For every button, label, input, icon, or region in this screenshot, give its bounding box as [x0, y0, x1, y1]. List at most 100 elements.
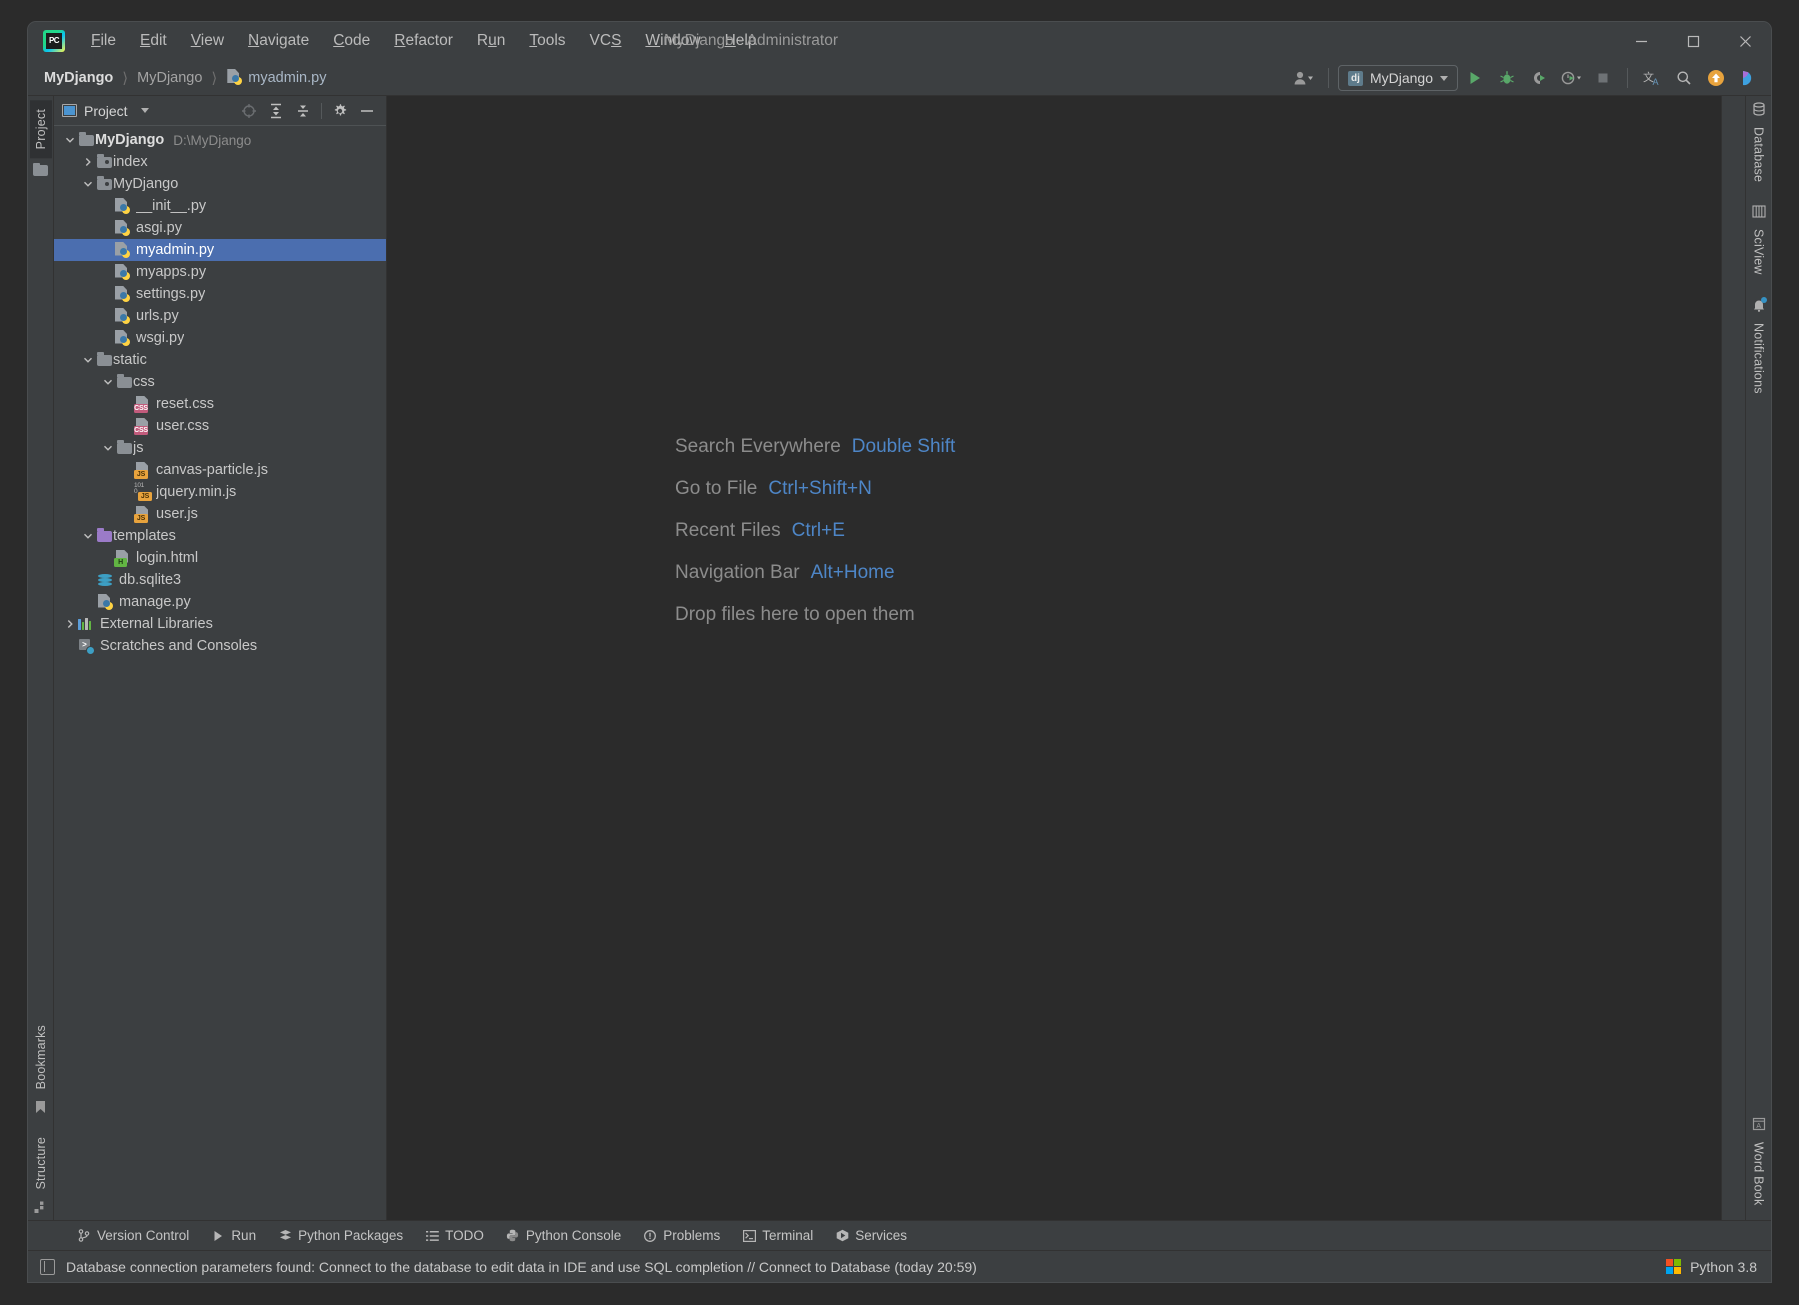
bell-icon: [1752, 296, 1767, 312]
tree-node-jquery-min-js[interactable]: 101 0 JS jquery.min.js: [54, 481, 386, 503]
breadcrumb-item-file[interactable]: myadmin.py: [222, 67, 330, 88]
bottom-tab-python-packages[interactable]: Python Packages: [267, 1224, 414, 1247]
tree-node-user-css[interactable]: CSS user.css: [54, 415, 386, 437]
chevron-down-icon[interactable]: [80, 352, 96, 368]
tree-node-myapps-py[interactable]: myapps.py: [54, 261, 386, 283]
tool-tab-label: Database: [1751, 127, 1766, 183]
collapse-all-icon[interactable]: [290, 99, 316, 123]
js-file-icon: JS: [134, 505, 151, 523]
tree-node-login-html[interactable]: H login.html: [54, 547, 386, 569]
menu-view[interactable]: View: [179, 29, 236, 53]
python-file-icon: [114, 241, 131, 259]
run-configuration-selector[interactable]: dj MyDjango: [1337, 65, 1458, 91]
chevron-right-icon[interactable]: [62, 616, 78, 632]
tree-node-myadmin-py[interactable]: myadmin.py: [54, 239, 386, 261]
status-message[interactable]: Database connection parameters found: Co…: [66, 1259, 977, 1275]
hint-label: Navigation Bar: [675, 562, 800, 583]
tool-tab-word-book[interactable]: Word Book: [1748, 1133, 1770, 1214]
update-icon[interactable]: [1701, 64, 1731, 92]
menu-refactor[interactable]: Refactor: [382, 29, 465, 53]
debug-button[interactable]: [1492, 64, 1522, 92]
hint-shortcut: Ctrl+Shift+N: [768, 478, 872, 499]
bottom-tab-problems[interactable]: Problems: [632, 1224, 731, 1247]
tree-node-canvas-particle-js[interactable]: JS canvas-particle.js: [54, 459, 386, 481]
chevron-down-icon[interactable]: [100, 374, 116, 390]
bottom-tab-terminal[interactable]: Terminal: [731, 1224, 824, 1247]
tool-tab-structure[interactable]: Structure: [30, 1128, 52, 1199]
menu-edit[interactable]: Edit: [128, 29, 179, 53]
run-with-coverage-button[interactable]: [1524, 64, 1554, 92]
chevron-right-icon[interactable]: [80, 154, 96, 170]
python-file-icon: [114, 329, 131, 347]
tree-node-label: wsgi.py: [136, 330, 185, 346]
html-file-icon: H: [114, 549, 131, 567]
menu-vcs[interactable]: VCS: [578, 29, 634, 53]
bottom-tab-version-control[interactable]: Version Control: [66, 1224, 200, 1247]
tree-node-asgi-py[interactable]: asgi.py: [54, 217, 386, 239]
breadcrumb-item-package[interactable]: MyDjango: [133, 68, 206, 88]
user-account-icon[interactable]: [1289, 64, 1319, 92]
tool-tab-database[interactable]: Database: [1748, 118, 1770, 191]
tool-tab-sciview[interactable]: SciView: [1748, 220, 1770, 284]
search-icon[interactable]: [1669, 64, 1699, 92]
menu-run[interactable]: Run: [465, 29, 517, 53]
tree-node-reset-css[interactable]: CSS reset.css: [54, 393, 386, 415]
gear-icon[interactable]: [327, 99, 353, 123]
chevron-down-icon[interactable]: [80, 528, 96, 544]
tree-node-user-js[interactable]: JS user.js: [54, 503, 386, 525]
tool-tab-bookmarks[interactable]: Bookmarks: [30, 1016, 52, 1098]
tree-node-static[interactable]: static: [54, 349, 386, 371]
project-tree[interactable]: MyDjango D:\MyDjango index MyDjango __in…: [54, 126, 386, 1220]
hide-panel-icon[interactable]: [354, 99, 380, 123]
tree-node-label: Scratches and Consoles: [100, 638, 258, 654]
tree-node-templates[interactable]: templates: [54, 525, 386, 547]
chevron-down-icon[interactable]: [62, 132, 78, 148]
stop-button[interactable]: [1588, 64, 1618, 92]
tree-node-label: reset.css: [156, 396, 215, 412]
tree-node-urls-py[interactable]: urls.py: [54, 305, 386, 327]
maximize-button[interactable]: [1667, 22, 1719, 60]
interpreter-label[interactable]: Python 3.8: [1690, 1259, 1757, 1275]
tool-tab-project[interactable]: Project: [29, 100, 52, 159]
project-panel-title[interactable]: Project: [62, 103, 149, 119]
select-opened-file-icon[interactable]: [236, 99, 262, 123]
menu-tools[interactable]: Tools: [517, 29, 577, 53]
document-icon[interactable]: [40, 1258, 55, 1275]
close-button[interactable]: [1719, 22, 1771, 60]
breadcrumb-item-project[interactable]: MyDjango: [40, 68, 117, 88]
menu-navigate[interactable]: Navigate: [236, 29, 321, 53]
tree-node-scratches-and-consoles[interactable]: > Scratches and Consoles: [54, 635, 386, 657]
tree-node-db-sqlite3[interactable]: db.sqlite3: [54, 569, 386, 591]
tree-node-external-libraries[interactable]: External Libraries: [54, 613, 386, 635]
bottom-tab-services[interactable]: Services: [824, 1224, 918, 1247]
tree-node-init-py[interactable]: __init__.py: [54, 195, 386, 217]
chevron-down-icon[interactable]: [100, 440, 116, 456]
tree-node-mydjango-root[interactable]: MyDjango D:\MyDjango: [54, 129, 386, 151]
tree-node-mydjango-package[interactable]: MyDjango: [54, 173, 386, 195]
tree-node-manage-py[interactable]: manage.py: [54, 591, 386, 613]
ide-trainer-icon[interactable]: [1733, 64, 1763, 92]
css-file-icon: CSS: [134, 395, 151, 413]
folder-module-icon: [96, 176, 113, 193]
minimize-button[interactable]: [1615, 22, 1667, 60]
bottom-tab-run[interactable]: Run: [200, 1224, 267, 1247]
tree-node-css-folder[interactable]: css: [54, 371, 386, 393]
menu-code[interactable]: Code: [321, 29, 382, 53]
expand-all-icon[interactable]: [263, 99, 289, 123]
tree-node-index[interactable]: index: [54, 151, 386, 173]
scratches-icon: >: [78, 638, 95, 655]
chevron-down-icon[interactable]: [80, 176, 96, 192]
translate-icon[interactable]: 文 A: [1637, 64, 1667, 92]
profile-button[interactable]: [1556, 64, 1586, 92]
empty-editor[interactable]: Search Everywhere Double Shift Go to Fil…: [387, 96, 1721, 1220]
tree-node-wsgi-py[interactable]: wsgi.py: [54, 327, 386, 349]
tool-tab-notifications[interactable]: Notifications: [1748, 314, 1770, 403]
menu-file[interactable]: File: [79, 29, 128, 53]
run-button[interactable]: [1460, 64, 1490, 92]
tree-node-settings-py[interactable]: settings.py: [54, 283, 386, 305]
bottom-tab-python-console[interactable]: Python Console: [495, 1224, 632, 1247]
tree-node-js-folder[interactable]: js: [54, 437, 386, 459]
python-file-icon: [114, 263, 131, 281]
bottom-tab-todo[interactable]: TODO: [414, 1224, 495, 1247]
tree-node-label: myadmin.py: [136, 242, 215, 258]
